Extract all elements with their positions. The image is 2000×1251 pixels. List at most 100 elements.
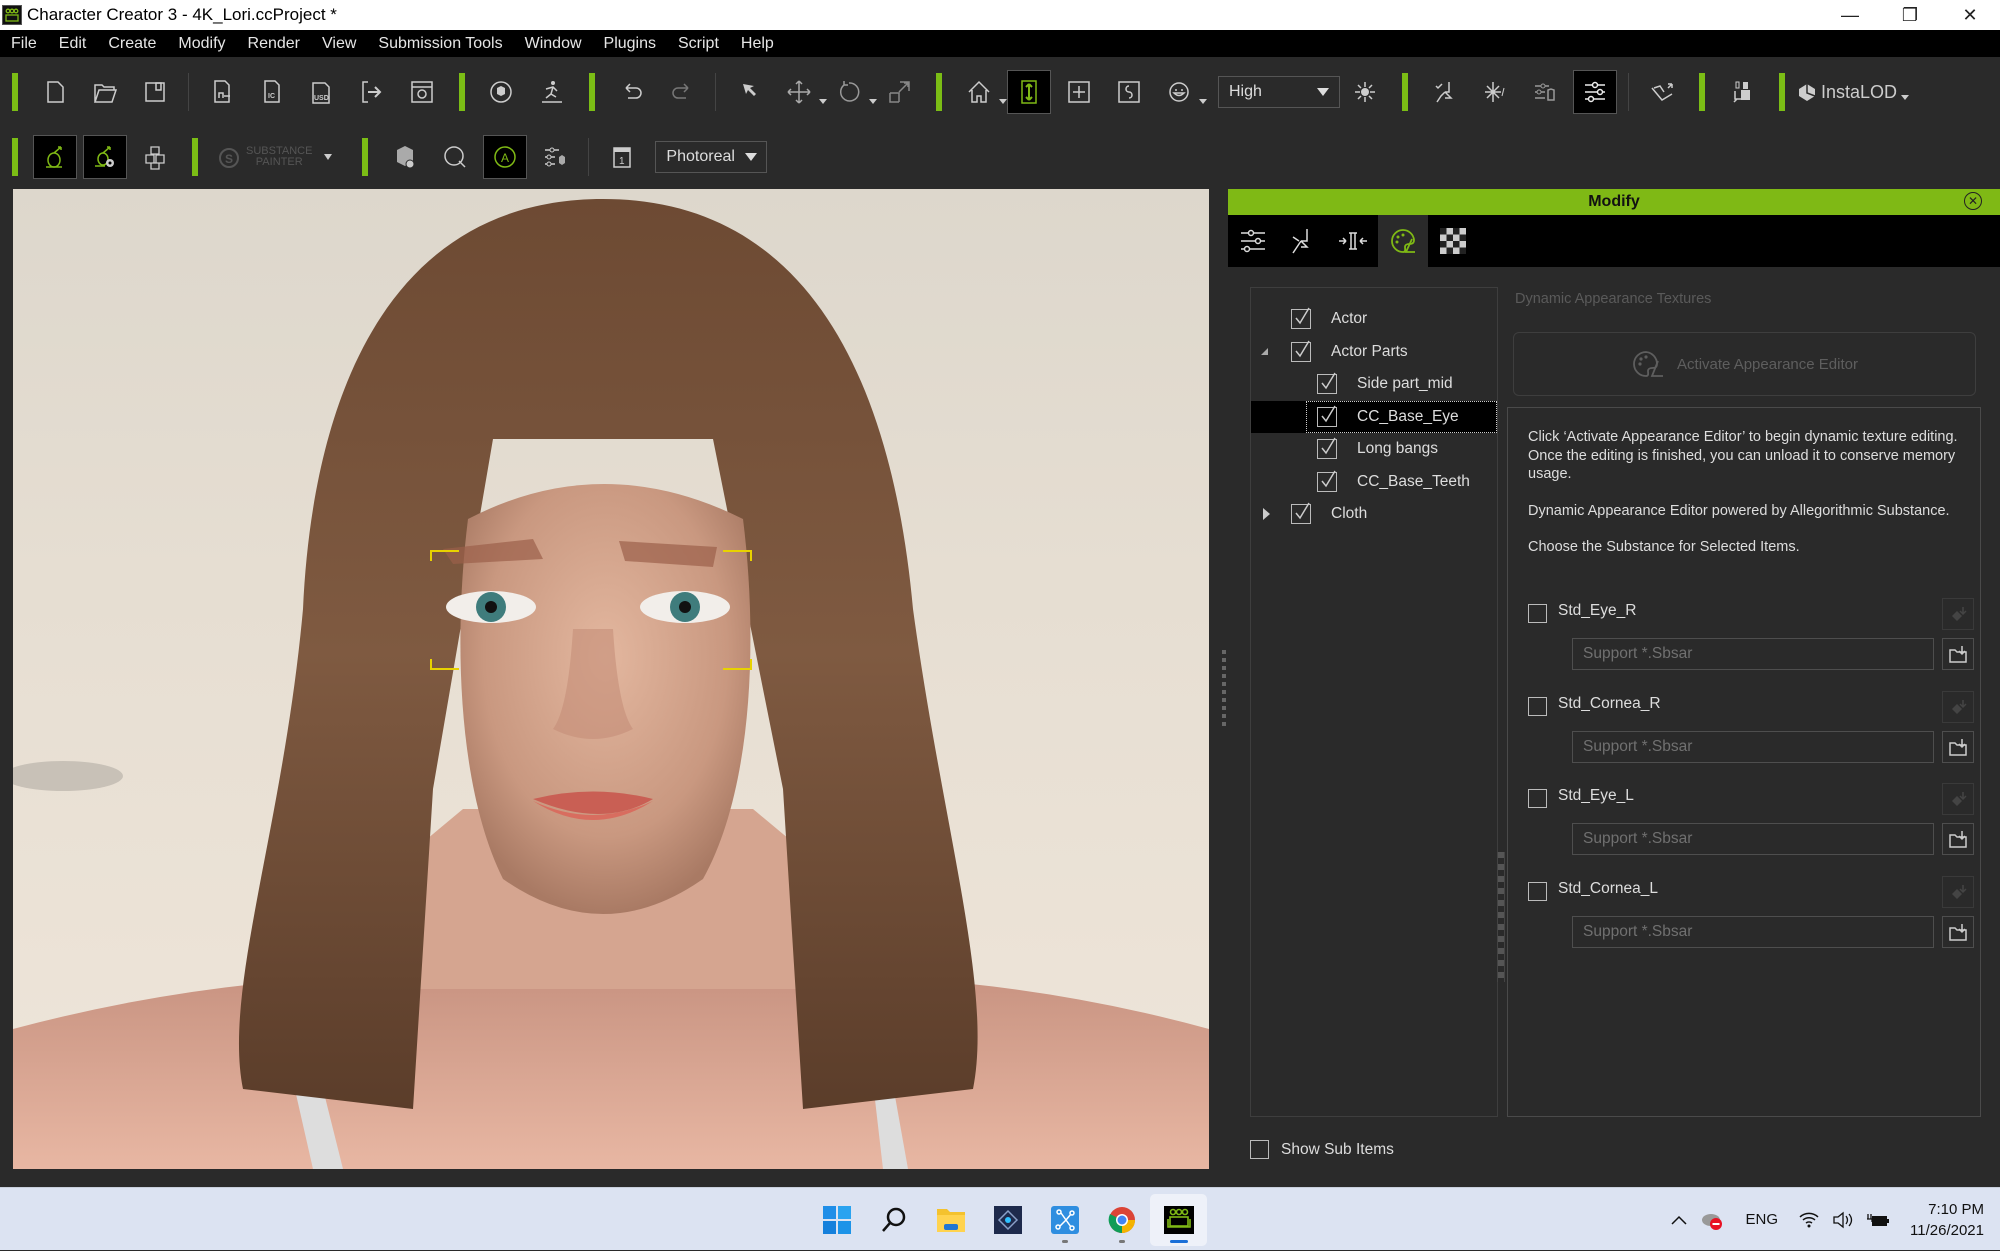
export-usd-button[interactable]: USD (300, 70, 344, 114)
menu-help[interactable]: Help (730, 35, 785, 53)
home-camera-button[interactable] (957, 70, 1007, 114)
sbsar-path-input[interactable]: Support *.Sbsar (1572, 916, 1934, 948)
tree-checkbox-actor[interactable] (1291, 307, 1311, 330)
material-settings-button[interactable] (533, 135, 577, 179)
pan-camera-button[interactable] (1057, 70, 1101, 114)
substance-dropdown-caret[interactable] (324, 154, 333, 160)
lighting-button[interactable] (1343, 70, 1387, 114)
render-mode-select[interactable]: Photoreal (655, 141, 768, 173)
face-camera-button[interactable] (1157, 70, 1207, 114)
viewport-splitter-handle[interactable] (1222, 650, 1226, 730)
instalod-button[interactable]: InstaLOD (1797, 82, 1910, 103)
tree-checkbox-cc-base-eye[interactable] (1317, 405, 1337, 427)
menu-file[interactable]: File (0, 35, 48, 53)
minimize-button[interactable]: — (1820, 0, 1880, 30)
menu-plugins[interactable]: Plugins (593, 35, 667, 53)
tab-morph[interactable] (1328, 215, 1378, 267)
cubes-button[interactable] (133, 135, 177, 179)
menu-render[interactable]: Render (237, 35, 311, 53)
move-dropdown-caret[interactable] (819, 99, 827, 104)
collapse-arrow-icon[interactable] (1261, 348, 1268, 356)
send-to-iclone-button[interactable] (480, 70, 524, 114)
tree-checkbox-cc-base-teeth[interactable] (1317, 470, 1337, 492)
wifi-icon[interactable] (1798, 1211, 1820, 1229)
redo-button[interactable] (660, 70, 704, 114)
maximize-button[interactable]: ❐ (1880, 0, 1940, 30)
tree-checkbox-cloth[interactable] (1291, 502, 1311, 525)
apply-substance-button[interactable] (1942, 691, 1974, 723)
apply-substance-button[interactable] (1942, 876, 1974, 908)
load-sbsar-button[interactable] (1942, 638, 1974, 670)
sbsar-path-input[interactable]: Support *.Sbsar (1572, 823, 1934, 855)
quality-select[interactable]: High (1218, 76, 1340, 108)
tree-item-cc-base-teeth[interactable]: CC_Base_Teeth (1251, 466, 1497, 499)
substance-painter-button[interactable]: S SUBSTANCE PAINTER (216, 144, 333, 170)
menu-edit[interactable]: Edit (48, 35, 98, 53)
preview-button[interactable] (400, 70, 444, 114)
morph-button[interactable] (33, 135, 77, 179)
show-sub-items-option[interactable]: Show Sub Items (1250, 1140, 1394, 1159)
tree-item-actor-parts[interactable]: Actor Parts (1251, 336, 1497, 369)
new-file-button[interactable] (33, 70, 77, 114)
show-hidden-icons-chevron-icon[interactable] (1670, 1214, 1688, 1226)
menu-modify[interactable]: Modify (167, 35, 236, 53)
tab-motion[interactable] (1278, 215, 1328, 267)
home-dropdown-caret[interactable] (999, 99, 1007, 104)
load-sbsar-button[interactable] (1942, 731, 1974, 763)
orbit-camera-button[interactable] (1107, 70, 1151, 114)
menu-create[interactable]: Create (97, 35, 167, 53)
tab-parameters[interactable] (1228, 215, 1278, 267)
rotate-button[interactable] (827, 70, 877, 114)
battery-charging-icon[interactable] (1866, 1211, 1890, 1229)
tree-checkbox-actor-parts[interactable] (1291, 340, 1311, 362)
undo-button[interactable] (610, 70, 654, 114)
fit-vertical-button[interactable] (1007, 70, 1051, 114)
menu-script[interactable]: Script (667, 35, 730, 53)
tree-item-long-bangs[interactable]: Long bangs (1251, 433, 1497, 466)
cloth-settings-button[interactable] (1523, 70, 1567, 114)
start-button[interactable] (808, 1194, 865, 1246)
tree-checkbox-side-part-mid[interactable] (1317, 372, 1337, 395)
face-dropdown-caret[interactable] (1199, 99, 1207, 104)
show-sub-items-checkbox[interactable] (1250, 1140, 1269, 1159)
morph-preview-button[interactable] (83, 135, 127, 179)
load-sbsar-button[interactable] (1942, 823, 1974, 855)
expand-arrow-icon[interactable] (1263, 508, 1270, 521)
activate-appearance-editor-button[interactable]: Activate Appearance Editor (1513, 332, 1976, 396)
search-button[interactable] (865, 1194, 922, 1246)
freeze-button[interactable] (1473, 70, 1517, 114)
tab-appearance-editor[interactable] (1378, 215, 1428, 267)
language-indicator[interactable]: ENG (1746, 1211, 1779, 1228)
tree-item-cc-base-eye[interactable]: CC_Base_Eye (1251, 400, 1497, 433)
scale-button[interactable] (877, 70, 921, 114)
export-button[interactable] (350, 70, 394, 114)
sbsar-path-input[interactable]: Support *.Sbsar (1572, 731, 1934, 763)
photoshop-elements-button[interactable] (979, 1194, 1036, 1246)
substance-checkbox[interactable] (1528, 789, 1547, 808)
save-button[interactable] (133, 70, 177, 114)
tree-checkbox-long-bangs[interactable] (1317, 437, 1337, 460)
pane-splitter-handle[interactable] (1497, 852, 1505, 982)
substance-checkbox[interactable] (1528, 882, 1547, 901)
motion-pose-button[interactable] (1640, 70, 1684, 114)
modify-panel-toggle[interactable] (1573, 70, 1617, 114)
instalod-dropdown-caret[interactable] (1901, 94, 1910, 100)
file-explorer-button[interactable] (922, 1194, 979, 1246)
tab-texture[interactable] (1428, 215, 1478, 267)
collision-check-button[interactable] (1423, 70, 1467, 114)
export-ic-button[interactable]: IC (250, 70, 294, 114)
sbsar-path-input[interactable]: Support *.Sbsar (1572, 638, 1934, 670)
menu-view[interactable]: View (311, 35, 367, 53)
menu-window[interactable]: Window (514, 35, 593, 53)
substance-checkbox[interactable] (1528, 604, 1547, 623)
motion-button[interactable] (530, 70, 574, 114)
select-button[interactable] (727, 70, 771, 114)
open-file-button[interactable] (83, 70, 127, 114)
3d-viewport[interactable] (13, 189, 1209, 1169)
apply-substance-button[interactable] (1942, 783, 1974, 815)
volume-icon[interactable] (1832, 1211, 1854, 1229)
headshot-button[interactable] (1720, 70, 1764, 114)
close-panel-icon[interactable]: ✕ (1964, 192, 1982, 210)
apply-substance-button[interactable] (1942, 598, 1974, 630)
tree-item-cloth[interactable]: Cloth (1251, 498, 1497, 531)
